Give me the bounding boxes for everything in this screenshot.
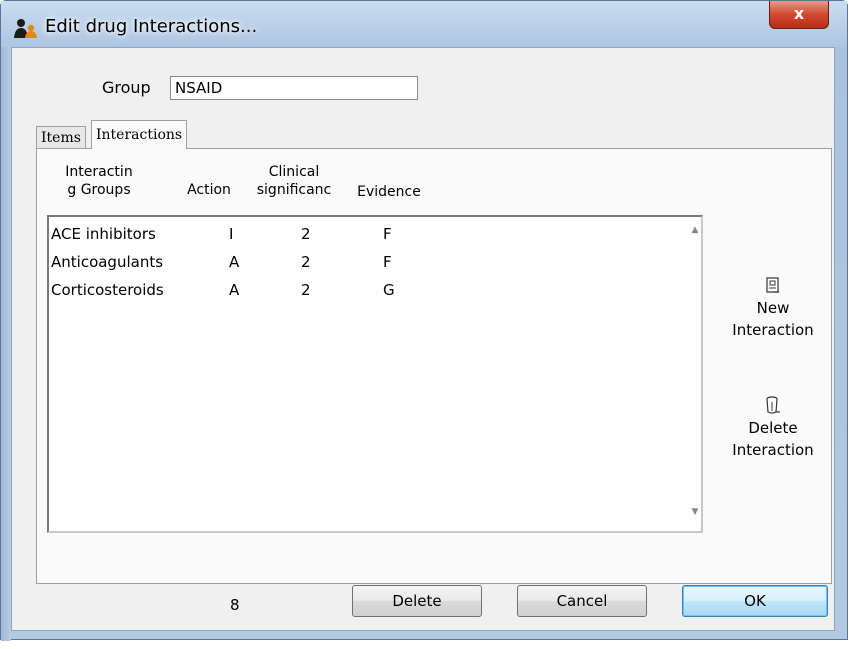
delete-button[interactable]: Delete <box>352 585 482 617</box>
column-header-clinical-significance[interactable]: Clinical significanc <box>243 163 345 199</box>
tab-interactions-label: Interactions <box>96 127 183 143</box>
window-title: Edit drug Interactions... <box>45 16 258 37</box>
tab-items-label: Items <box>41 130 81 146</box>
trash-icon <box>766 396 780 414</box>
scroll-up-icon[interactable]: ▲ <box>689 225 701 237</box>
new-interaction-label-1: New <box>756 299 790 317</box>
delete-interaction-button[interactable]: Delete Interaction <box>713 395 833 461</box>
cell-significance: 2 <box>301 281 311 299</box>
cell-action: I <box>229 225 234 243</box>
interactions-list[interactable]: ACE inhibitors I 2 F Anticoagulants A 2 … <box>47 215 703 533</box>
record-count: 8 <box>230 596 240 614</box>
cell-action: A <box>229 281 240 299</box>
column-header-evidence[interactable]: Evidence <box>347 183 431 201</box>
cell-group: Corticosteroids <box>51 281 164 299</box>
new-interaction-label-2: Interaction <box>732 321 814 339</box>
cell-significance: 2 <box>301 253 311 271</box>
new-interaction-button[interactable]: New Interaction <box>713 277 833 341</box>
dialog-window: Edit drug Interactions... x Group Items … <box>0 0 848 641</box>
column-header-line: Interactin <box>65 164 133 180</box>
interactions-panel: Interactin g Groups Action Clinical sign… <box>36 148 832 584</box>
table-row[interactable]: ACE inhibitors I 2 F <box>49 221 679 249</box>
close-button[interactable]: x <box>769 1 829 29</box>
cell-significance: 2 <box>301 225 311 243</box>
cell-evidence: F <box>383 253 392 271</box>
tab-interactions[interactable]: Interactions <box>91 120 188 149</box>
cell-action: A <box>229 253 240 271</box>
column-header-interacting-groups[interactable]: Interactin g Groups <box>49 163 149 199</box>
cell-evidence: F <box>383 225 392 243</box>
table-row[interactable]: Corticosteroids A 2 G <box>49 277 679 305</box>
window-border <box>1 47 11 641</box>
cell-group: Anticoagulants <box>51 253 164 271</box>
table-row[interactable]: Anticoagulants A 2 F <box>49 249 679 277</box>
ok-button[interactable]: OK <box>682 585 828 617</box>
group-name-field[interactable] <box>170 76 418 100</box>
title-bar[interactable]: Edit drug Interactions... x <box>1 1 847 47</box>
delete-interaction-label-1: Delete <box>748 419 798 437</box>
cancel-button[interactable]: Cancel <box>517 585 647 617</box>
column-header-action[interactable]: Action <box>177 181 241 199</box>
column-header-line: significanc <box>256 182 332 198</box>
dialog-body: Group Items Interactions Interactin g Gr… <box>11 47 835 631</box>
app-people-icon <box>14 19 37 38</box>
column-header-line: g Groups <box>67 182 131 198</box>
tab-items[interactable]: Items <box>36 126 86 149</box>
delete-interaction-label-2: Interaction <box>732 441 814 459</box>
column-header-line: Clinical <box>268 164 320 180</box>
close-icon: x <box>793 4 805 23</box>
cell-evidence: G <box>383 281 395 299</box>
new-document-icon <box>766 277 779 293</box>
cell-group: ACE inhibitors <box>51 225 156 243</box>
group-label: Group <box>102 78 151 97</box>
scroll-down-icon[interactable]: ▼ <box>689 507 701 519</box>
